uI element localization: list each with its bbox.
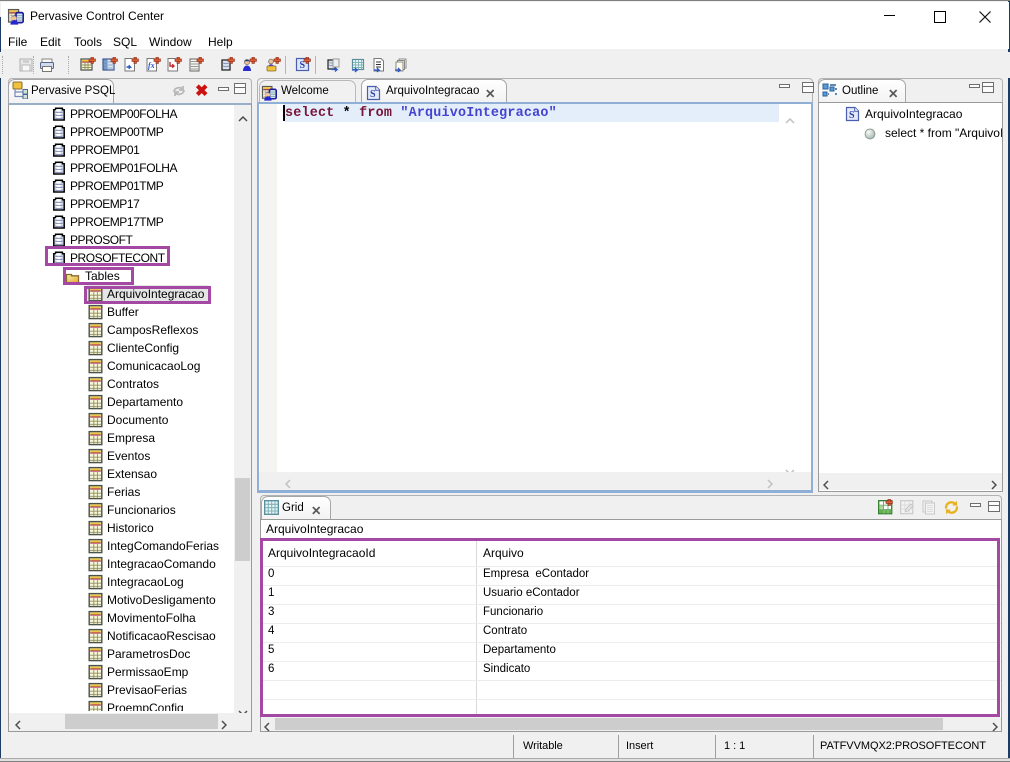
svg-text:S: S [849,110,855,121]
svg-text:S: S [370,89,376,100]
svg-text:fx: fx [148,61,155,70]
